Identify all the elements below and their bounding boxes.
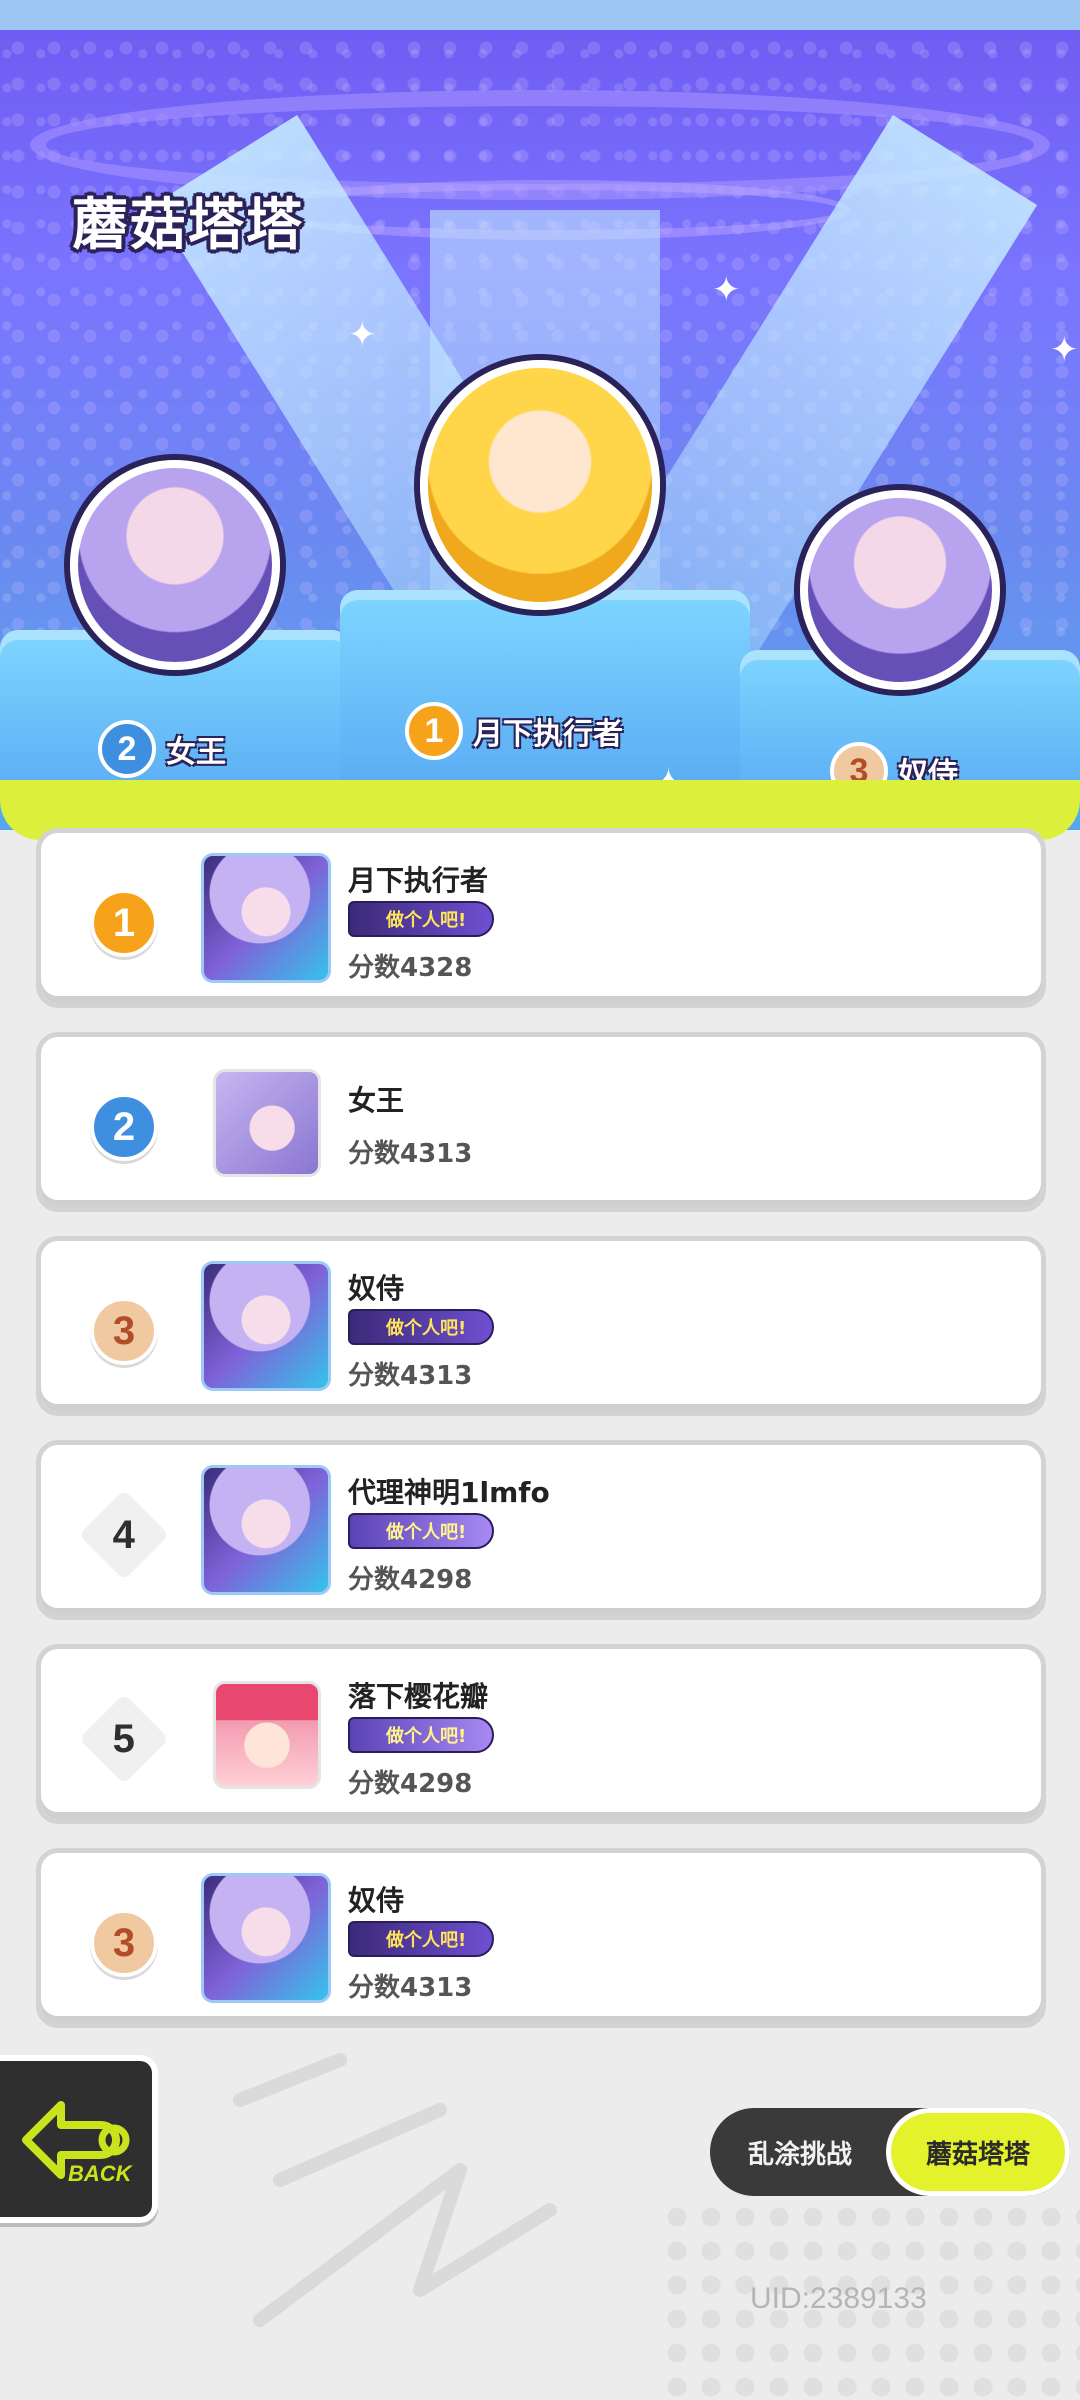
rank-diamond-icon: 5 [78, 1693, 170, 1785]
rank-badge: 5 [78, 1693, 170, 1785]
sparkle-icon: ✦ [348, 315, 377, 355]
player-name: 奴侍 [348, 1272, 405, 1305]
leaderboard-row[interactable]: 2 女王 分数4313 [36, 1032, 1046, 1212]
user-id-label: UID:2389133 [750, 2282, 927, 2315]
title-tag: 做个人吧! [348, 1309, 495, 1345]
player-name: 奴侍 [348, 1884, 405, 1917]
podium-avatar-first[interactable] [420, 360, 660, 610]
podium-label-second: 2 女王 [98, 720, 226, 778]
rank-badge: 2 [79, 1092, 169, 1162]
leaderboard-row[interactable]: 4 代理神明1lmfo 做个人吧! 分数4298 [36, 1440, 1046, 1620]
back-button[interactable]: BACK [0, 2055, 158, 2223]
page-title: 蘑菇塔塔 [72, 193, 304, 258]
leaderboard-row-self[interactable]: 3 奴侍 做个人吧! 分数4313 [36, 1848, 1046, 2028]
podium-name: 女王 [166, 735, 226, 770]
avatar[interactable] [201, 1465, 331, 1595]
rank-1-medal-icon: 1 [405, 702, 463, 760]
player-name: 月下执行者 [348, 864, 489, 897]
rank-number: 5 [112, 1716, 136, 1761]
leaderboard-row[interactable]: 1 月下执行者 做个人吧! 分数4328 [36, 828, 1046, 1008]
podium-banner: 蘑菇塔塔 ✦ ✦ ✦ ✦ 2 女王 1 月下执行者 3 奴侍 [0, 30, 1080, 830]
avatar[interactable] [201, 1261, 331, 1391]
background-scribble [233, 2053, 557, 2327]
player-score: 分数4313 [348, 1973, 473, 2003]
title-tag: 做个人吧! [348, 1921, 495, 1957]
rank-badge: 4 [78, 1489, 170, 1581]
rank-3-medal-icon: 3 [90, 1297, 158, 1365]
rank-3-medal-icon: 3 [90, 1909, 158, 1977]
avatar[interactable] [213, 1681, 321, 1789]
rank-2-medal-icon: 2 [90, 1093, 158, 1161]
player-score: 分数4313 [348, 1361, 473, 1391]
title-tag: 做个人吧! [348, 1717, 495, 1753]
mode-toggle: 乱涂挑战 蘑菇塔塔 [710, 2108, 1070, 2196]
avatar[interactable] [201, 1873, 331, 2003]
sparkle-icon: ✦ [712, 270, 741, 310]
rank-diamond-icon: 4 [78, 1489, 170, 1581]
leaderboard-row[interactable]: 5 落下樱花瓣 做个人吧! 分数4298 [36, 1644, 1046, 1824]
avatar[interactable] [213, 1069, 321, 1177]
player-name: 女王 [348, 1084, 405, 1117]
player-score: 分数4313 [348, 1139, 473, 1169]
rank-2-medal-icon: 2 [98, 720, 156, 778]
podium-avatar-second[interactable] [70, 460, 280, 670]
player-score: 分数4298 [348, 1769, 473, 1799]
leaderboard-row[interactable]: 3 奴侍 做个人吧! 分数4313 [36, 1236, 1046, 1416]
rank-badge: 3 [79, 1296, 169, 1366]
player-name: 代理神明1lmfo [348, 1476, 550, 1509]
leaderboard-list: 1 月下执行者 做个人吧! 分数4328 2 女王 分数4313 3 奴侍 做个… [36, 828, 1046, 2052]
mode-doodle-challenge-button[interactable]: 乱涂挑战 [710, 2108, 890, 2196]
player-score: 分数4298 [348, 1565, 473, 1595]
mode-mushroom-tower-button[interactable]: 蘑菇塔塔 [886, 2108, 1070, 2196]
rank-1-medal-icon: 1 [90, 889, 158, 957]
rank-badge: 3 [79, 1908, 169, 1978]
avatar[interactable] [201, 853, 331, 983]
title-tag: 做个人吧! [348, 901, 495, 937]
sparkle-icon: ✦ [1050, 330, 1079, 370]
rank-badge: 1 [79, 888, 169, 958]
podium-avatar-third[interactable] [800, 490, 1000, 690]
status-bar [0, 0, 1080, 30]
title-tag: 做个人吧! [348, 1513, 495, 1549]
player-score: 分数4328 [348, 953, 473, 983]
podium-label-first: 1 月下执行者 [405, 702, 623, 760]
player-name: 落下樱花瓣 [348, 1680, 489, 1713]
podium-name: 月下执行者 [473, 717, 623, 752]
back-label: BACK [68, 2161, 132, 2186]
rank-number: 4 [112, 1512, 136, 1557]
